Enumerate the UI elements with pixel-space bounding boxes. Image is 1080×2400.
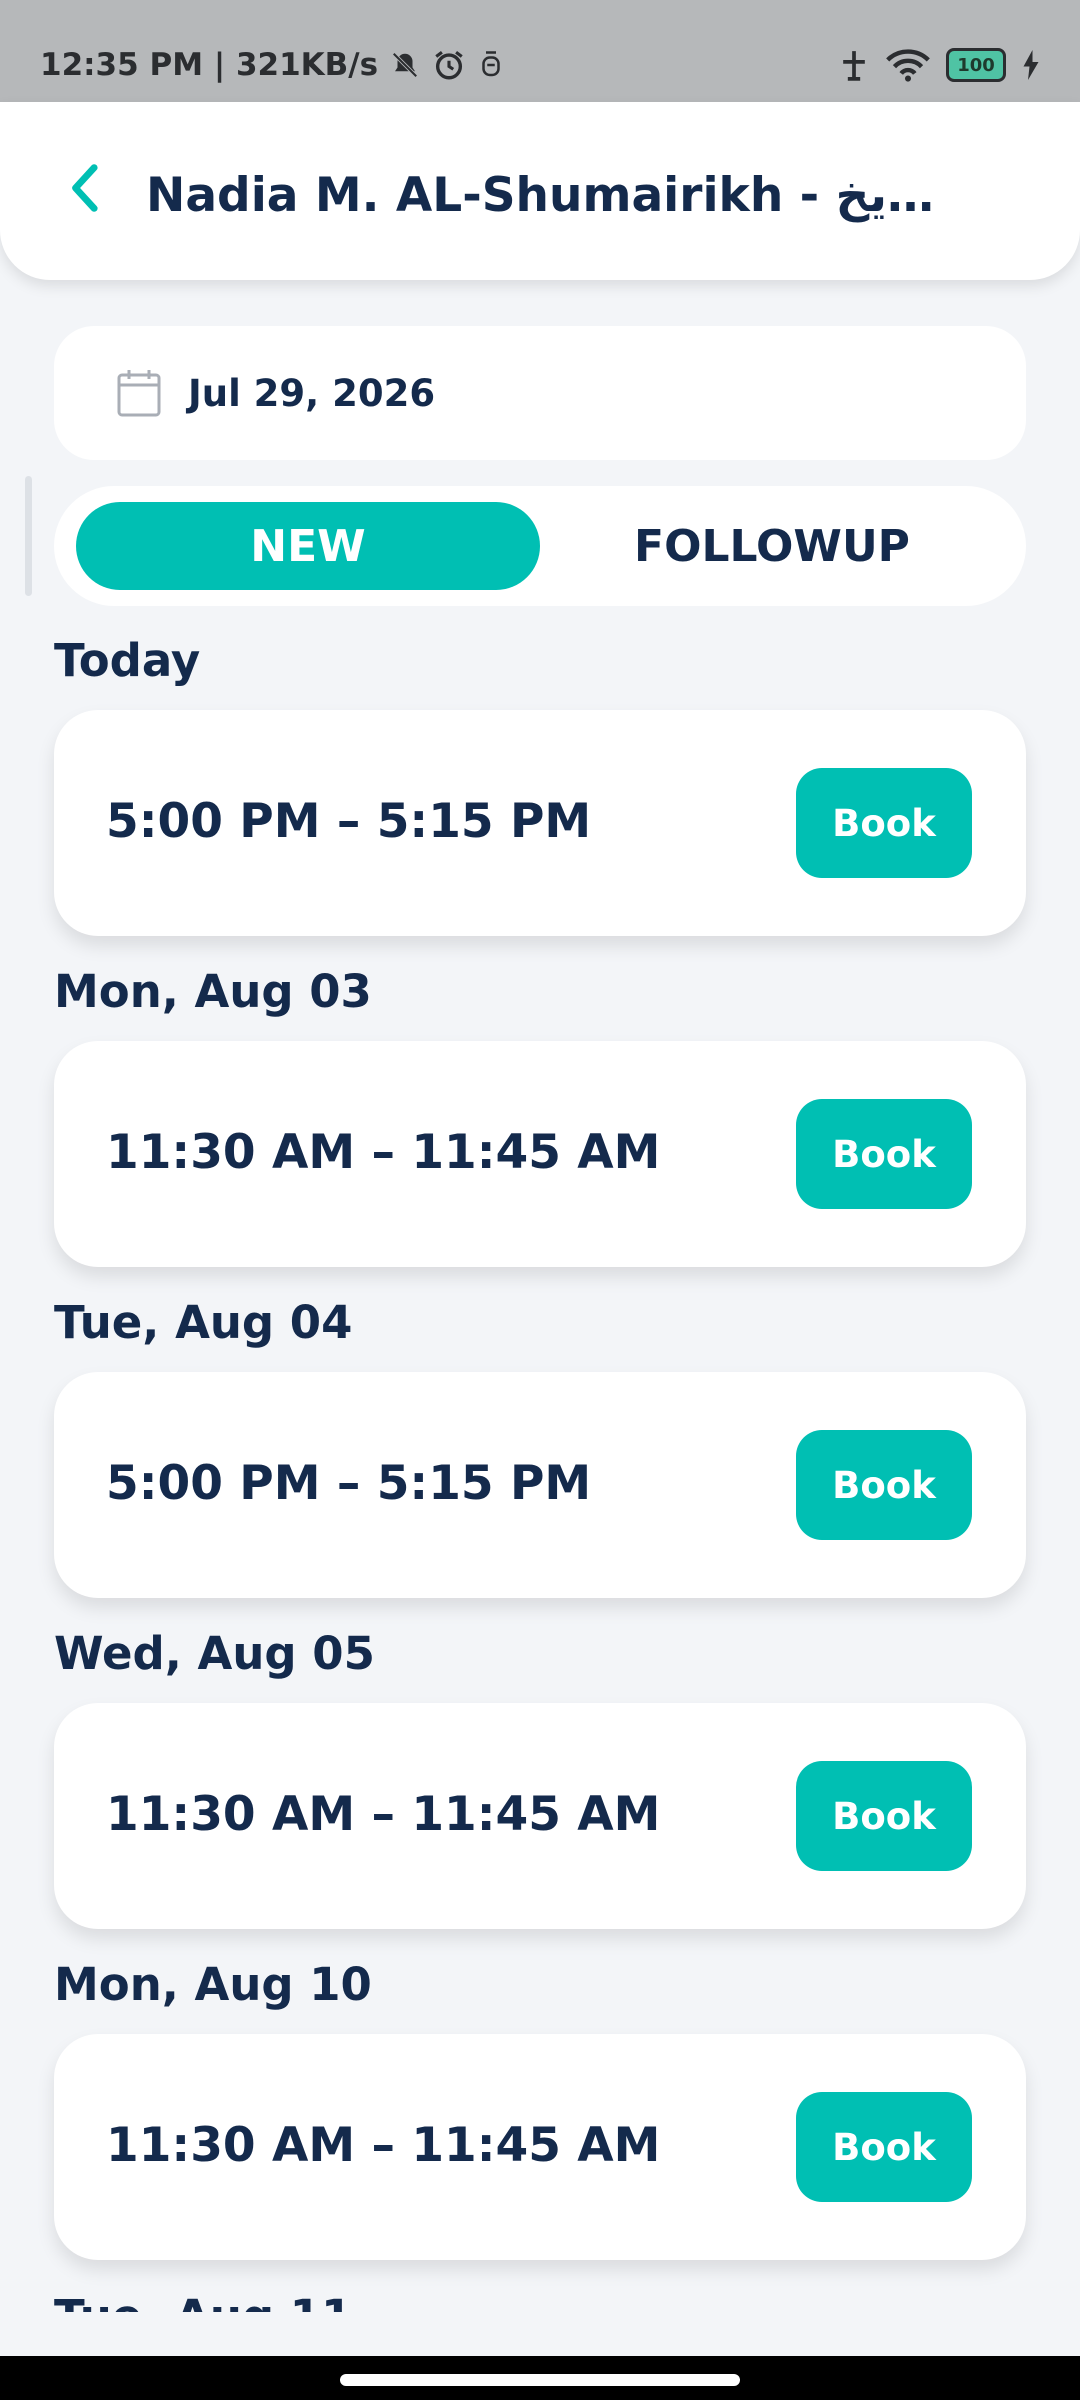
day-label: Mon, Aug 03 [54, 965, 372, 1018]
mute-icon [392, 52, 418, 78]
notification-icon [482, 51, 500, 77]
book-button[interactable]: Book [796, 2092, 972, 2202]
book-button[interactable]: Book [796, 1761, 972, 1871]
slot-time: 11:30 AM – 11:45 AM [106, 2118, 661, 2173]
visit-type-toggle: NEW FOLLOWUP [54, 486, 1026, 606]
signal-icon [843, 51, 865, 81]
day-label: Tue, Aug 04 [54, 1296, 353, 1349]
chevron-left-icon [72, 164, 98, 212]
tab-followup[interactable]: FOLLOWUP [540, 502, 1004, 590]
slots-list[interactable]: Today 5:00 PM – 5:15 PM Book Mon, Aug 03… [0, 620, 1080, 2312]
slot-time: 11:30 AM – 11:45 AM [106, 1787, 661, 1842]
slot-time: 5:00 PM – 5:15 PM [106, 794, 592, 849]
alarm-icon [435, 51, 463, 80]
slot-time: 5:00 PM – 5:15 PM [106, 1456, 592, 1511]
slot-card: 5:00 PM – 5:15 PM Book [54, 1372, 1026, 1598]
back-button[interactable] [52, 156, 116, 220]
wifi-icon [886, 49, 930, 82]
slot-card: 11:30 AM – 11:45 AM Book [54, 2034, 1026, 2260]
battery-icon: 100 [946, 48, 1006, 82]
slot-time: 11:30 AM – 11:45 AM [106, 1125, 661, 1180]
battery-level: 100 [957, 54, 995, 76]
book-button[interactable]: Book [796, 1430, 972, 1540]
day-label: Mon, Aug 10 [54, 1958, 372, 2011]
book-button[interactable]: Book [796, 768, 972, 878]
date-picker[interactable]: Jul 29, 2026 [54, 326, 1026, 460]
tab-new[interactable]: NEW [76, 502, 540, 590]
slot-card: 5:00 PM – 5:15 PM Book [54, 710, 1026, 936]
day-label: Wed, Aug 05 [54, 1627, 375, 1680]
status-right: 100 [838, 40, 1040, 90]
calendar-icon [117, 370, 161, 417]
book-button[interactable]: Book [796, 1099, 972, 1209]
page-title: Nadia M. AL-Shumairikh - نادية الشميريخ [146, 168, 956, 223]
day-label: Tue, Aug 11 [54, 2290, 352, 2312]
selected-date: Jul 29, 2026 [188, 371, 436, 415]
charging-icon [1023, 50, 1039, 80]
slot-card: 11:30 AM – 11:45 AM Book [54, 1703, 1026, 1929]
scroll-indicator [25, 476, 32, 596]
day-label: Today [54, 634, 201, 687]
status-left: 12:35 PM | 321KB/s [40, 40, 504, 90]
home-indicator[interactable] [340, 2374, 740, 2386]
app-header: Nadia M. AL-Shumairikh - نادية الشميريخ [0, 102, 1080, 280]
status-time: 12:35 PM | 321KB/s [40, 47, 379, 83]
slot-card: 11:30 AM – 11:45 AM Book [54, 1041, 1026, 1267]
